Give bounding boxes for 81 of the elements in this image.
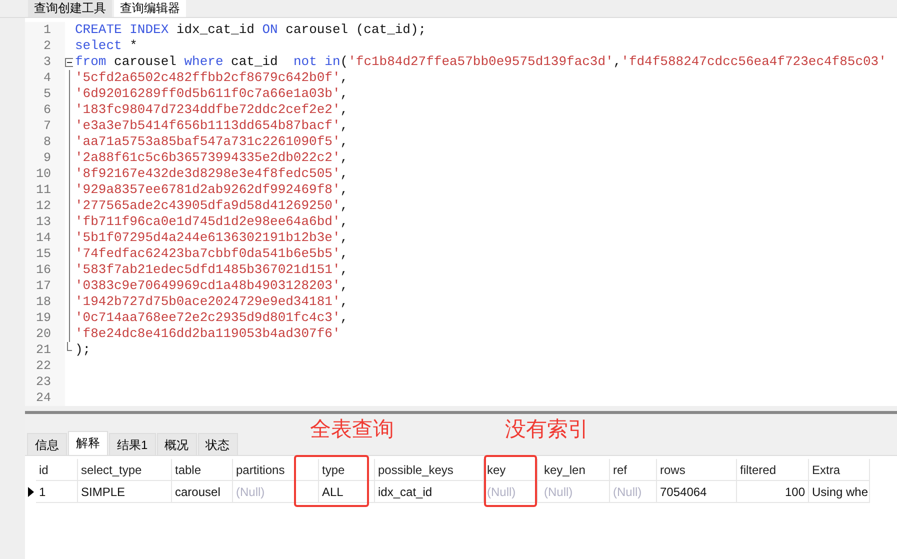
line-number: 1 bbox=[42, 22, 52, 38]
line-number: 8 bbox=[42, 134, 52, 150]
result-tab[interactable]: 解释 bbox=[68, 431, 108, 455]
column-header[interactable]: key_len bbox=[538, 459, 610, 481]
column-header[interactable]: rows bbox=[657, 459, 737, 481]
annotation-label: 没有索引 bbox=[505, 418, 589, 442]
result-tab[interactable]: 信息 bbox=[27, 433, 67, 455]
code-line: '929a8357ee6781d2ab9262df992469f8', bbox=[75, 182, 348, 198]
code-line: '74fedfac62423ba7cbbf0da541b6e5b5', bbox=[75, 246, 348, 262]
table-cell: (Null) bbox=[538, 481, 610, 503]
table-cell: Using whe bbox=[809, 481, 870, 503]
result-tab[interactable]: 结果1 bbox=[109, 433, 156, 455]
column-header[interactable]: id bbox=[36, 459, 78, 481]
code-line: 'fb711f96ca0e1d745d1d2e98ee64a6bd', bbox=[75, 214, 348, 230]
table-cell: 100 bbox=[737, 481, 809, 503]
column-header[interactable]: partitions bbox=[233, 459, 319, 481]
column-header[interactable]: ref bbox=[610, 459, 657, 481]
line-number: 7 bbox=[42, 118, 52, 134]
code-line: '8f92167e432de3d8298e3e4f8fedc505', bbox=[75, 166, 348, 182]
line-number: 20 bbox=[34, 326, 52, 342]
line-number: 22 bbox=[34, 358, 52, 374]
line-number: 17 bbox=[34, 278, 52, 294]
highlight-frame bbox=[484, 455, 537, 507]
line-number: 5 bbox=[42, 86, 52, 102]
table-cell: (Null) bbox=[233, 481, 319, 503]
code-line: 'f8e24dc8e416dd2ba119053b4ad307f6' bbox=[75, 326, 340, 342]
code-line: from carousel where cat_id not in('fc1b84d27ffea57bb0e9575d139fac3d','fd4f588247cdcc56ea4f723ec4f85c03' bbox=[75, 54, 886, 70]
code-line: 'aa71a5753a85baf547a731c2261090f5', bbox=[75, 134, 348, 150]
line-number: 11 bbox=[34, 182, 52, 198]
line-number: 16 bbox=[34, 262, 52, 278]
column-header[interactable]: key bbox=[484, 459, 538, 481]
result-tab[interactable]: 状态 bbox=[198, 433, 238, 455]
line-number: 24 bbox=[34, 390, 52, 406]
line-number: 21 bbox=[34, 342, 52, 358]
line-number: 12 bbox=[34, 198, 52, 214]
line-number: 13 bbox=[34, 214, 52, 230]
code-line: '0c714aa768ee72e2c2935d9d801fc4c3', bbox=[75, 310, 348, 326]
code-line: '5cfd2a6502c482ffbb2cf8679c642b0f', bbox=[75, 70, 348, 86]
result-tab[interactable]: 概况 bbox=[156, 433, 197, 455]
line-number: 3 bbox=[42, 54, 52, 70]
line-number: 6 bbox=[42, 102, 52, 118]
line-number: 19 bbox=[34, 310, 52, 326]
code-line: '583f7ab21edec5dfd1485b367021d151', bbox=[75, 262, 348, 278]
editor-tab[interactable]: 查询创建工具 bbox=[28, 0, 112, 17]
column-header[interactable]: filtered bbox=[737, 459, 809, 481]
table-cell: (Null) bbox=[610, 481, 657, 503]
code-line: ); bbox=[75, 342, 91, 358]
table-cell: ALL bbox=[319, 481, 375, 503]
line-number: 23 bbox=[34, 374, 52, 390]
editor-tab[interactable]: 查询编辑器 bbox=[114, 0, 186, 17]
code-line: '1942b727d75b0ace2024729e9ed34181', bbox=[75, 294, 348, 310]
code-line: '183fc98047d7234ddfbe72ddc2cef2e2', bbox=[75, 102, 348, 118]
table-cell: (Null) bbox=[484, 481, 538, 503]
line-number: 14 bbox=[34, 230, 52, 246]
splitter-bar[interactable] bbox=[25, 406, 897, 414]
annotation-label: 全表查询 bbox=[310, 418, 394, 442]
code-line: '0383c9e70649969cd1a48b4903128203', bbox=[75, 278, 348, 294]
table-cell: idx_cat_id bbox=[375, 481, 484, 503]
line-number: 9 bbox=[42, 150, 52, 166]
code-line: '5b1f07295d4a244e6136302191b12b3e', bbox=[75, 230, 348, 246]
table-cell: carousel bbox=[172, 481, 233, 503]
line-number: 15 bbox=[34, 246, 52, 262]
code-line: '277565ade2c43905dfa9d58d41269250', bbox=[75, 198, 348, 214]
collapse-icon[interactable] bbox=[65, 58, 73, 66]
line-number: 2 bbox=[42, 38, 52, 54]
line-number: 18 bbox=[34, 294, 52, 310]
table-cell: 1 bbox=[36, 481, 78, 503]
column-header[interactable]: type bbox=[319, 459, 375, 481]
table-cell: 7054064 bbox=[657, 481, 737, 503]
code-line: CREATE INDEX idx_cat_id ON carousel (cat_id); bbox=[75, 22, 426, 38]
column-header[interactable]: table bbox=[172, 459, 233, 481]
column-header[interactable]: Extra bbox=[809, 459, 870, 481]
column-header[interactable]: possible_keys bbox=[375, 459, 484, 481]
column-header[interactable]: select_type bbox=[78, 459, 172, 481]
line-number: 4 bbox=[42, 70, 52, 86]
code-line: 'e3a3e7b5414f656b1113dd654b87bacf', bbox=[75, 118, 348, 134]
code-line: select * bbox=[75, 38, 138, 54]
line-number: 10 bbox=[34, 166, 52, 182]
code-line: '6d92016289ff0d5b611f0c7a66e1a03b', bbox=[75, 86, 348, 102]
code-line: '2a88f61c5c6b36573994335e2db022c2', bbox=[75, 150, 348, 166]
table-cell: SIMPLE bbox=[78, 481, 172, 503]
